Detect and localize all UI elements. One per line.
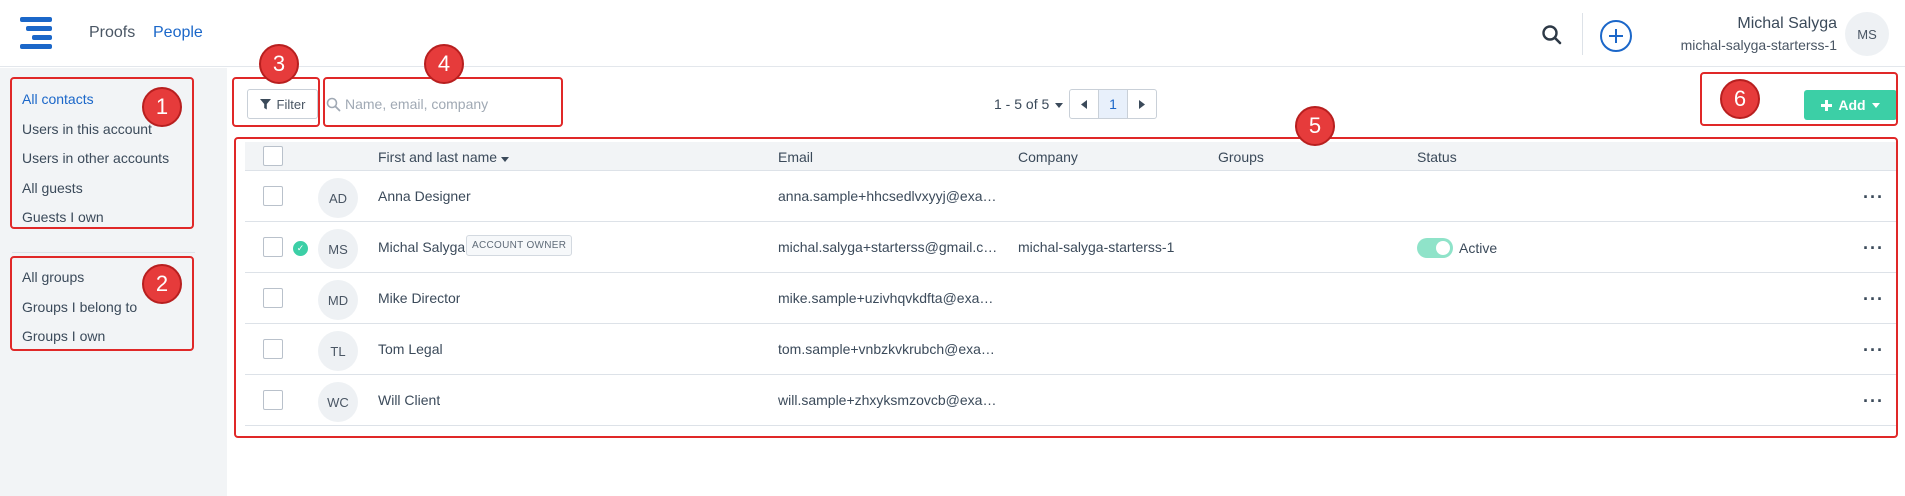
annotation-badge-6: 6 — [1720, 79, 1760, 119]
sidebar-item-guests-i-own[interactable]: Guests I own — [22, 209, 104, 225]
avatar: MD — [318, 280, 358, 320]
caret-right-icon — [1139, 99, 1145, 109]
user-account-name[interactable]: michal-salyga-starterss-1 — [1681, 37, 1837, 53]
next-page-button[interactable] — [1128, 90, 1156, 118]
table-row[interactable]: TL Tom Legal tom.sample+vnbzkvkrubch@exa… — [245, 324, 1896, 375]
contact-email: anna.sample+hhcsedlvxyyj@exam... — [778, 188, 998, 204]
column-header-company[interactable]: Company — [1018, 149, 1078, 165]
table-row[interactable]: MD Mike Director mike.sample+uzivhqvkdft… — [245, 273, 1896, 324]
column-header-status[interactable]: Status — [1417, 149, 1457, 165]
pagination-range-dropdown[interactable]: 1 - 5 of 5 — [994, 96, 1064, 112]
column-header-email[interactable]: Email — [778, 149, 813, 165]
row-checkbox[interactable] — [263, 339, 283, 359]
add-button[interactable]: Add — [1804, 90, 1897, 120]
app-logo-icon[interactable] — [20, 17, 56, 51]
header-divider — [1582, 13, 1583, 55]
more-options-icon[interactable]: ··· — [1863, 290, 1884, 308]
top-header: Proofs People Michal Salyga michal-salyg… — [0, 0, 1905, 67]
sidebar-item-all-guests[interactable]: All guests — [22, 180, 83, 196]
sidebar-item-all-groups[interactable]: All groups — [22, 269, 84, 285]
search-input[interactable] — [345, 96, 555, 112]
nav-proofs-link[interactable]: Proofs — [89, 24, 135, 42]
plus-icon — [1821, 99, 1833, 111]
nav-people-link[interactable]: People — [153, 24, 203, 42]
column-header-name[interactable]: First and last name — [378, 149, 509, 165]
select-all-checkbox[interactable] — [263, 146, 283, 166]
sidebar: All contacts Users in this account Users… — [0, 68, 227, 496]
contacts-table: First and last name Email Company Groups… — [245, 142, 1896, 426]
caret-down-icon — [1871, 102, 1880, 108]
page-number-button[interactable]: 1 — [1098, 90, 1128, 118]
column-header-groups[interactable]: Groups — [1218, 149, 1264, 165]
contact-email: michal.salyga+starterss@gmail.com — [778, 239, 998, 255]
more-options-icon[interactable]: ··· — [1863, 239, 1884, 257]
verified-user-icon: ✓ — [293, 241, 308, 256]
status-toggle[interactable] — [1417, 238, 1453, 258]
status-label: Active — [1459, 240, 1498, 256]
sidebar-item-all-contacts[interactable]: All contacts — [22, 91, 94, 107]
contact-name[interactable]: Anna Designer — [378, 188, 471, 204]
search-field-icon — [326, 97, 341, 112]
row-checkbox[interactable] — [263, 288, 283, 308]
table-header: First and last name Email Company Groups… — [245, 142, 1896, 171]
filter-icon — [259, 98, 271, 109]
contact-email: tom.sample+vnbzkvkrubch@exam... — [778, 341, 998, 357]
table-row[interactable]: AD Anna Designer anna.sample+hhcsedlvxyy… — [245, 171, 1896, 222]
avatar: TL — [318, 331, 358, 371]
user-avatar[interactable]: MS — [1845, 12, 1889, 56]
filter-button[interactable]: Filter — [247, 89, 318, 119]
search-icon[interactable] — [1541, 24, 1563, 46]
sidebar-item-users-in-other-accounts[interactable]: Users in other accounts — [22, 150, 169, 166]
pagination-range-label: 1 - 5 of 5 — [994, 96, 1050, 112]
avatar: MS — [318, 229, 358, 269]
prev-page-button[interactable] — [1070, 90, 1098, 118]
contact-name[interactable]: Will Client — [378, 392, 440, 408]
avatar: WC — [318, 382, 358, 422]
more-options-icon[interactable]: ··· — [1863, 188, 1884, 206]
sort-caret-icon — [500, 157, 509, 162]
annotation-badge-5: 5 — [1295, 106, 1335, 146]
row-checkbox[interactable] — [263, 390, 283, 410]
filter-button-label: Filter — [276, 96, 306, 112]
contact-name[interactable]: Tom Legal — [378, 341, 443, 357]
contact-search-field[interactable] — [326, 89, 558, 119]
caret-left-icon — [1081, 99, 1087, 109]
table-row[interactable]: WC Will Client will.sample+zhxyksmzovcb@… — [245, 375, 1896, 426]
avatar: AD — [318, 178, 358, 218]
row-checkbox[interactable] — [263, 186, 283, 206]
sidebar-item-groups-i-belong-to[interactable]: Groups I belong to — [22, 299, 137, 315]
more-options-icon[interactable]: ··· — [1863, 341, 1884, 359]
user-name[interactable]: Michal Salyga — [1737, 15, 1837, 33]
contact-email: will.sample+zhxyksmzovcb@exam... — [778, 392, 998, 408]
account-owner-badge: ACCOUNT OWNER — [466, 235, 573, 256]
table-row[interactable]: ✓ MS Michal Salyga ACCOUNT OWNER michal.… — [245, 222, 1896, 273]
caret-down-icon — [1055, 103, 1064, 108]
create-new-plus-icon[interactable] — [1600, 20, 1632, 52]
sidebar-item-groups-i-own[interactable]: Groups I own — [22, 328, 105, 344]
contact-name[interactable]: Mike Director — [378, 290, 460, 306]
add-button-label: Add — [1838, 97, 1866, 113]
sidebar-divider — [12, 252, 195, 253]
row-checkbox[interactable] — [263, 237, 283, 257]
contact-email: mike.sample+uzivhqvkdfta@exam... — [778, 290, 998, 306]
more-options-icon[interactable]: ··· — [1863, 392, 1884, 410]
sidebar-item-users-in-this-account[interactable]: Users in this account — [22, 121, 152, 137]
contact-name[interactable]: Michal Salyga — [378, 239, 465, 255]
pagination: 1 — [1069, 89, 1157, 119]
contact-company: michal-salyga-starterss-1 — [1018, 239, 1175, 255]
